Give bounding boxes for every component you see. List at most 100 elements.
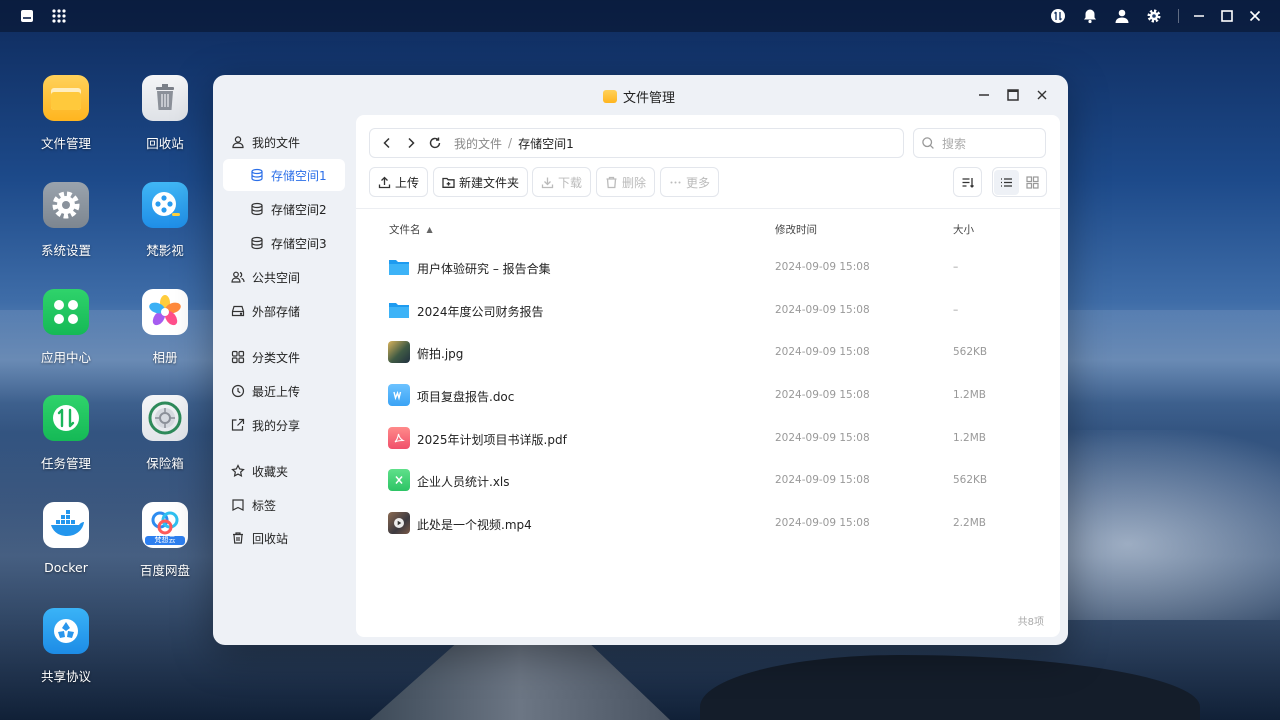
- new-folder-button[interactable]: 新建文件夹: [433, 167, 529, 197]
- top-bar: [0, 0, 1280, 32]
- video-thumbnail-icon: [388, 512, 410, 534]
- table-row[interactable]: 此处是一个视频.mp4 2024-09-09 15:08 2.2MB: [356, 502, 1060, 544]
- sidebar-item-my-shares[interactable]: 我的分享: [223, 409, 345, 441]
- maximize-icon[interactable]: [1219, 8, 1235, 24]
- file-modified: 2024-09-09 15:08: [775, 346, 870, 358]
- grid-icon: [231, 350, 245, 364]
- sidebar: 我的文件 存储空间1 存储空间2 存储空间3 公共空间 外部存储 分类文件 最近…: [213, 115, 356, 645]
- desktop-icon-trash[interactable]: 回收站: [120, 75, 210, 152]
- sidebar-item-storage-1[interactable]: 存储空间1: [223, 159, 345, 191]
- more-button[interactable]: 更多: [660, 167, 720, 197]
- download-label: 下载: [558, 175, 583, 190]
- sidebar-item-recent-uploads[interactable]: 最近上传: [223, 375, 345, 407]
- file-modified: 2024-09-09 15:08: [775, 304, 870, 316]
- settings-gear-icon[interactable]: [1146, 8, 1162, 24]
- sidebar-item-storage-2[interactable]: 存储空间2: [223, 193, 345, 225]
- desktop-icon-baidu-netdisk[interactable]: 梵想云 百度网盘: [120, 502, 210, 579]
- file-name: 用户体验研究 – 报告合集: [417, 262, 551, 276]
- file-size: 1.2MB: [953, 389, 986, 401]
- desktop-icon-safe[interactable]: 保险箱: [120, 395, 210, 472]
- file-name: 此处是一个视频.mp4: [417, 518, 532, 532]
- app-launcher-icon[interactable]: [51, 8, 67, 24]
- desktop-icon-label: 系统设置: [40, 243, 91, 258]
- sidebar-item-public-space[interactable]: 公共空间: [223, 261, 345, 293]
- column-header-name[interactable]: 文件名 ▲: [389, 222, 433, 237]
- user-account-icon[interactable]: [1114, 8, 1130, 24]
- table-row[interactable]: 企业人员统计.xls 2024-09-09 15:08 562KB: [356, 459, 1060, 501]
- more-label: 更多: [686, 175, 711, 190]
- baidu-netdisk-icon: 梵想云: [142, 502, 188, 548]
- desktop-icon-photos[interactable]: 相册: [120, 289, 210, 366]
- sidebar-item-tags[interactable]: 标签: [223, 489, 345, 521]
- window-maximize-button[interactable]: [1005, 87, 1021, 103]
- table-row[interactable]: 项目复盘报告.doc 2024-09-09 15:08 1.2MB: [356, 374, 1060, 416]
- more-dots-icon: [670, 181, 681, 183]
- desktop-icon-app-center[interactable]: 应用中心: [21, 289, 111, 366]
- desktop-icon-settings[interactable]: 系统设置: [21, 182, 111, 259]
- table-row[interactable]: 用户体验研究 – 报告合集 2024-09-09 15:08 –: [356, 246, 1060, 288]
- search-icon: [921, 136, 935, 150]
- sidebar-item-trash[interactable]: 回收站: [223, 522, 345, 554]
- sort-icon: [962, 177, 974, 188]
- table-row[interactable]: 2025年计划项目书详版.pdf 2024-09-09 15:08 1.2MB: [356, 417, 1060, 459]
- sidebar-item-label: 分类文件: [252, 350, 301, 365]
- sidebar-item-favorites[interactable]: 收藏夹: [223, 455, 345, 487]
- download-button[interactable]: 下载: [532, 167, 592, 197]
- sidebar-item-storage-3[interactable]: 存储空间3: [223, 227, 345, 259]
- share-icon: [231, 418, 245, 432]
- safe-icon: [142, 395, 188, 441]
- column-header-size[interactable]: 大小: [953, 222, 974, 237]
- task-icon[interactable]: [1050, 8, 1066, 24]
- settings-icon: [43, 182, 89, 228]
- grid-view-icon[interactable]: [1020, 170, 1045, 195]
- sidebar-item-label: 存储空间3: [271, 236, 327, 251]
- path-bar: 我的文件 / 存储空间1: [369, 128, 904, 158]
- window-minimize-button[interactable]: [976, 87, 992, 103]
- sidebar-item-my-files[interactable]: 我的文件: [223, 126, 345, 158]
- desktop-icon-label: 文件管理: [40, 136, 91, 151]
- folder-icon: [388, 256, 410, 278]
- table-row[interactable]: 俯拍.jpg 2024-09-09 15:08 562KB: [356, 331, 1060, 373]
- forward-arrow-icon[interactable]: [404, 136, 418, 150]
- window-titlebar[interactable]: 文件管理: [213, 75, 1068, 115]
- list-view-icon[interactable]: [993, 169, 1019, 195]
- window-title-text: 文件管理: [623, 91, 676, 106]
- trash-icon: [231, 531, 245, 545]
- desktop-icon-label: 应用中心: [40, 350, 91, 365]
- table-row[interactable]: 2024年度公司财务报告 2024-09-09 15:08 –: [356, 289, 1060, 331]
- share-protocol-icon: [43, 608, 89, 654]
- desktop-icon-file-manager[interactable]: 文件管理: [21, 75, 111, 152]
- back-arrow-icon[interactable]: [380, 136, 394, 150]
- upload-button[interactable]: 上传: [369, 167, 429, 197]
- show-desktop-icon[interactable]: [19, 8, 35, 24]
- close-icon[interactable]: [1247, 8, 1263, 24]
- breadcrumb-root[interactable]: 我的文件: [454, 135, 502, 152]
- users-icon: [231, 270, 245, 284]
- window-close-button[interactable]: [1034, 87, 1050, 103]
- baidu-netdisk-badge: 梵想云: [145, 536, 185, 545]
- column-header-modified[interactable]: 修改时间: [775, 222, 817, 237]
- desktop-icon-label: 任务管理: [40, 456, 91, 471]
- file-size: 562KB: [953, 346, 988, 358]
- sidebar-item-label: 我的分享: [252, 418, 301, 433]
- desktop-icon-label: 共享协议: [40, 669, 91, 684]
- search-input[interactable]: 搜索: [913, 128, 1046, 158]
- desktop-icon-video[interactable]: 梵影视: [120, 182, 210, 259]
- delete-button[interactable]: 删除: [596, 167, 656, 197]
- view-toggle: [992, 167, 1047, 197]
- desktop-icon-docker[interactable]: Docker: [21, 502, 111, 575]
- notification-bell-icon[interactable]: [1082, 8, 1098, 24]
- sidebar-item-external-storage[interactable]: 外部存储: [223, 295, 345, 327]
- toolbar-divider: [356, 208, 1060, 209]
- sidebar-item-categories[interactable]: 分类文件: [223, 341, 345, 373]
- desktop-icon-task-manager[interactable]: 任务管理: [21, 395, 111, 472]
- desktop-icon-label: Docker: [44, 560, 88, 575]
- minimize-icon[interactable]: [1191, 8, 1207, 24]
- desktop-icon-share-protocol[interactable]: 共享协议: [21, 608, 111, 685]
- desktop-icon-label: 回收站: [146, 136, 184, 151]
- sort-button[interactable]: [953, 167, 982, 197]
- file-modified: 2024-09-09 15:08: [775, 261, 870, 273]
- refresh-icon[interactable]: [428, 136, 442, 150]
- word-doc-icon: [388, 384, 410, 406]
- item-count: 共8项: [1017, 617, 1044, 628]
